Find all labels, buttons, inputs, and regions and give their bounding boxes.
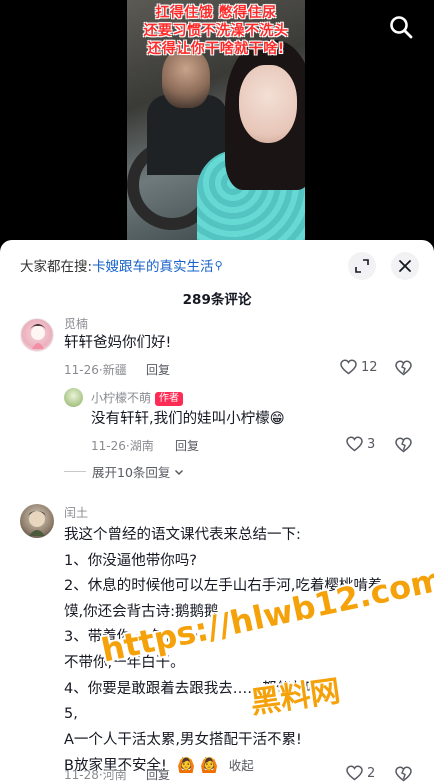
video-frame[interactable]: 扛得住饿 憋得住尿 还要习惯不洗澡不洗头 还得让你干啥就干啥! [127,0,305,248]
comment-meta: 11-26·新疆 [64,363,127,377]
comment-text: 我这个曾经的语文课代表来总结一下: 1、你没逼他带你吗? 2、休息的时候他可以左… [64,523,382,780]
avatar[interactable] [20,318,54,352]
broken-heart-icon [395,766,412,782]
expand-replies-button[interactable]: 展开10条回复 [64,462,185,481]
search-icon: ⚲ [214,258,223,272]
reply-location: 湖南 [129,439,154,453]
comment-username[interactable]: 闰土 [64,504,88,521]
collapse-button[interactable]: 收起 [229,758,254,773]
search-suggestion[interactable]: 大家都在搜: 卡嫂跟车的真实生活 ⚲ [20,255,223,276]
avatar[interactable] [64,388,83,407]
search-icon[interactable] [388,14,414,40]
reply-button[interactable]: 回复 [175,437,199,454]
reply-button[interactable]: 回复 [146,361,170,378]
heart-icon [346,765,363,781]
reply-text: 没有轩轩,我们的娃叫小柠檬😁 [91,411,285,427]
comment-username[interactable]: 觅楠 [64,315,88,332]
avatar[interactable] [20,504,54,538]
comment-line: 1、你没逼他带你吗? [64,552,197,569]
reply-button[interactable]: 回复 [146,766,170,782]
chevron-down-icon [175,469,184,475]
comment-line: 我这个曾经的语文课代表来总结一下: [64,527,301,543]
comments-sheet: 大家都在搜: 卡嫂跟车的真实生活 ⚲ 289条评论 觅楠 轩轩爸妈你们好! 11… [0,240,434,782]
comment-meta: 11-28·河南 [64,768,127,782]
broken-heart-icon [395,437,412,453]
fullscreen-button[interactable] [348,252,376,280]
like-count: 2 [367,765,376,781]
video-player[interactable]: 扛得住饿 憋得住尿 还要习惯不洗澡不洗头 还得让你干啥就干啥! [0,0,434,248]
expand-icon [355,259,369,273]
comment-line: 3、带着你,一年白干; [64,629,199,646]
like-count: 12 [361,359,378,375]
comment-location: 新疆 [102,363,127,377]
like-button[interactable]: 2 [346,765,375,781]
like-button[interactable]: 3 [346,436,375,452]
like-count: 3 [367,436,376,452]
comment-line: 2、休息的时候他可以左手山右手河,吃着樱桃啃着 [64,578,383,595]
reply-meta: 11-26·湖南 [91,439,154,453]
broken-heart-icon [395,360,412,376]
comment-line: 5, [64,706,78,723]
dislike-button[interactable] [395,360,412,380]
search-prefix: 大家都在搜: [20,259,93,275]
emoji: 🙆 🙆 [177,758,219,775]
like-button[interactable]: 12 [340,359,378,375]
reply-username-row: 小柠檬不萌 作者 [91,389,184,406]
dislike-button[interactable] [395,437,412,457]
search-term-link[interactable]: 卡嫂跟车的真实生活 [92,255,214,275]
woman-face [239,65,297,143]
divider [64,471,86,472]
author-badge: 作者 [155,392,184,406]
comment-date: 11-26 [64,363,99,377]
close-icon [399,260,411,272]
video-caption: 扛得住饿 憋得住尿 还要习惯不洗澡不洗头 还得让你干啥就干啥! [127,4,305,58]
reply-date: 11-26 [91,439,126,453]
reply-username[interactable]: 小柠檬不萌 [91,391,151,405]
comment-date: 11-28 [64,768,99,782]
comment-count: 289条评论 [182,292,252,308]
expand-replies-label: 展开10条回复 [92,465,171,480]
caption-line: 还得让你干啥就干啥! [147,41,285,57]
comment-line: 4、你要是敢跟着去跟我去……都保养呀。 [64,680,335,697]
comment-line: A一个人干活太累,男女搭配干活不累! [64,731,302,748]
dislike-button[interactable] [395,766,412,782]
comment-text: 轩轩爸妈你们好! [64,335,172,351]
comment-location: 河南 [102,768,127,782]
comment-line: 不带你,一年白干。 [64,654,185,671]
close-button[interactable] [391,252,419,280]
comment-line: 馍,你还会背古诗:鹅鹅鹅 [64,603,219,620]
caption-line: 还要习惯不洗澡不洗头 [143,23,289,39]
caption-line: 扛得住饿 憋得住尿 [155,5,277,21]
heart-icon [340,359,357,375]
heart-icon [346,436,363,452]
